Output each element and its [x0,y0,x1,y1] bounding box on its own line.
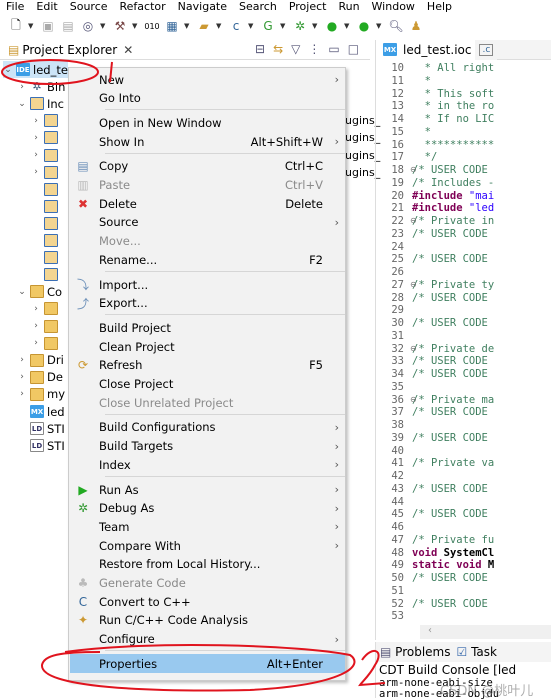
annotation-ellipse-properties [40,643,356,692]
watermark: CSDN @桃叶儿 [440,684,534,699]
annotation-ellipse-project [1,59,99,85]
annotation-number-2 [358,650,386,687]
annotation-strokes [1,59,386,692]
annotation-number-1 [109,61,113,83]
